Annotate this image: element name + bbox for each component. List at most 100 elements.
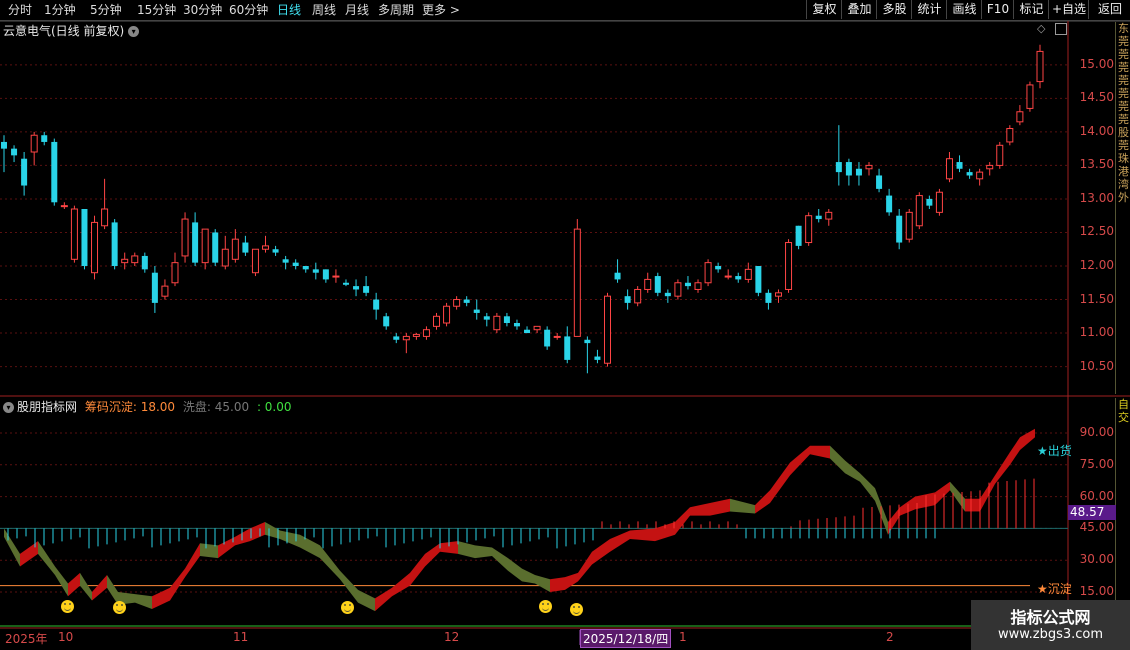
indicator-band-segment <box>458 541 475 559</box>
candle <box>332 269 340 283</box>
candle <box>815 209 822 223</box>
indicator-band-segment <box>152 587 170 609</box>
indicator-band-segment <box>610 530 630 552</box>
indicator-band-segment <box>107 575 118 605</box>
indicator-band-segment <box>475 545 492 559</box>
indicator-band-segment <box>425 543 440 567</box>
candle <box>564 326 571 364</box>
watermark-logo: 指标公式网 www.zbgs3.com <box>971 600 1130 650</box>
candle <box>886 188 893 216</box>
indicator-band-segment <box>565 572 578 590</box>
candle <box>212 229 219 266</box>
indicator-band-segment <box>845 460 860 482</box>
indicator-band-segment <box>135 594 152 609</box>
candle <box>634 286 642 307</box>
price-axis-label: 11.00 <box>1079 325 1114 340</box>
candle <box>694 279 702 293</box>
indicator-name: 股朋指标网 <box>17 400 78 414</box>
window-toggle-icon[interactable] <box>1055 23 1067 35</box>
candle <box>503 312 510 327</box>
indicator-band-segment <box>755 490 770 514</box>
x-axis-label: 11 <box>233 630 249 644</box>
candle <box>443 302 451 327</box>
indicator-band-segment <box>38 541 55 576</box>
side-info-column: 东莞莞莞莞莞莞莞股莞珠港湾外 <box>1115 22 1130 394</box>
candle <box>433 312 441 330</box>
indicator-band-segment <box>92 575 107 601</box>
candle <box>774 289 782 303</box>
indicator-band-segment <box>535 575 550 592</box>
indicator-band-segment <box>300 534 320 559</box>
indicator-band-segment <box>995 452 1010 484</box>
candle <box>161 279 169 300</box>
side-vertical-text: 东莞莞莞莞莞莞莞股莞珠港湾外 <box>1118 22 1129 204</box>
indicator-band-segment <box>492 547 508 571</box>
indicator-band-segment <box>915 492 935 510</box>
candle <box>724 269 732 280</box>
candle <box>70 205 78 263</box>
indicator-band-segment <box>1020 428 1035 450</box>
indicator-band-segment <box>80 572 92 601</box>
chevron-down-icon[interactable]: ▾ <box>128 26 140 37</box>
side-vertical-text-bottom: 自交 <box>1118 398 1129 424</box>
candle <box>1006 125 1014 146</box>
stock-title-text: 云意电气(日线 前复权) <box>3 24 125 38</box>
price-axis-label: 13.50 <box>1079 157 1114 172</box>
candle <box>785 239 793 293</box>
candle <box>111 219 118 270</box>
indicator-axis-label: 15.00 <box>1079 584 1114 598</box>
diamond-icon[interactable]: ◇ <box>1037 22 1045 35</box>
candle <box>945 152 953 183</box>
watermark-url: www.zbgs3.com <box>997 627 1104 642</box>
indicator-band-segment <box>965 498 980 512</box>
indicator-band-segment <box>250 522 265 542</box>
candle <box>765 289 772 310</box>
candle <box>141 252 148 273</box>
candle <box>1036 44 1044 89</box>
candlestick-chart[interactable] <box>0 0 1130 650</box>
indicator-band-segment <box>410 553 425 586</box>
candle <box>171 252 179 287</box>
indicator-axis-label: 90.00 <box>1079 425 1114 439</box>
chevron-down-icon[interactable]: ▾ <box>3 402 14 413</box>
candle <box>654 272 661 297</box>
candle <box>282 255 289 270</box>
indicator-band-segment <box>630 528 655 542</box>
candle <box>1016 105 1024 126</box>
candle <box>422 326 430 340</box>
candle <box>896 209 903 250</box>
candle <box>51 138 58 206</box>
candle <box>453 296 461 310</box>
candle <box>915 192 923 230</box>
price-axis-label: 12.50 <box>1079 224 1114 239</box>
candle <box>192 212 199 266</box>
candle <box>664 289 671 303</box>
candle <box>463 296 470 307</box>
indicator-current-value: 48.57 <box>1068 505 1116 520</box>
candle <box>674 279 682 300</box>
indicator-band-segment <box>980 475 995 512</box>
candle <box>684 276 691 290</box>
candle <box>594 349 601 364</box>
candle <box>363 276 370 297</box>
candle <box>21 152 28 196</box>
x-axis-label: 2 <box>886 630 894 644</box>
indicator-band-segment <box>218 536 235 559</box>
candle <box>935 188 943 216</box>
indicator-band-segment <box>508 558 522 582</box>
smiley-icon <box>539 600 552 613</box>
candle <box>966 168 973 179</box>
candle <box>60 202 68 209</box>
indicator-band-segment <box>375 587 392 612</box>
indicator-band-segment <box>790 445 810 476</box>
signal-chendian-label: ★沉淀 <box>1037 582 1072 596</box>
indicator-band-segment <box>950 481 965 512</box>
candle <box>242 235 249 256</box>
candle <box>735 272 742 283</box>
candle <box>383 312 390 330</box>
indicator-band-segment <box>675 507 690 535</box>
x-axis-label: 12 <box>444 630 460 644</box>
candle <box>342 279 349 287</box>
candle <box>956 155 963 173</box>
indicator-band-segment <box>280 530 300 548</box>
